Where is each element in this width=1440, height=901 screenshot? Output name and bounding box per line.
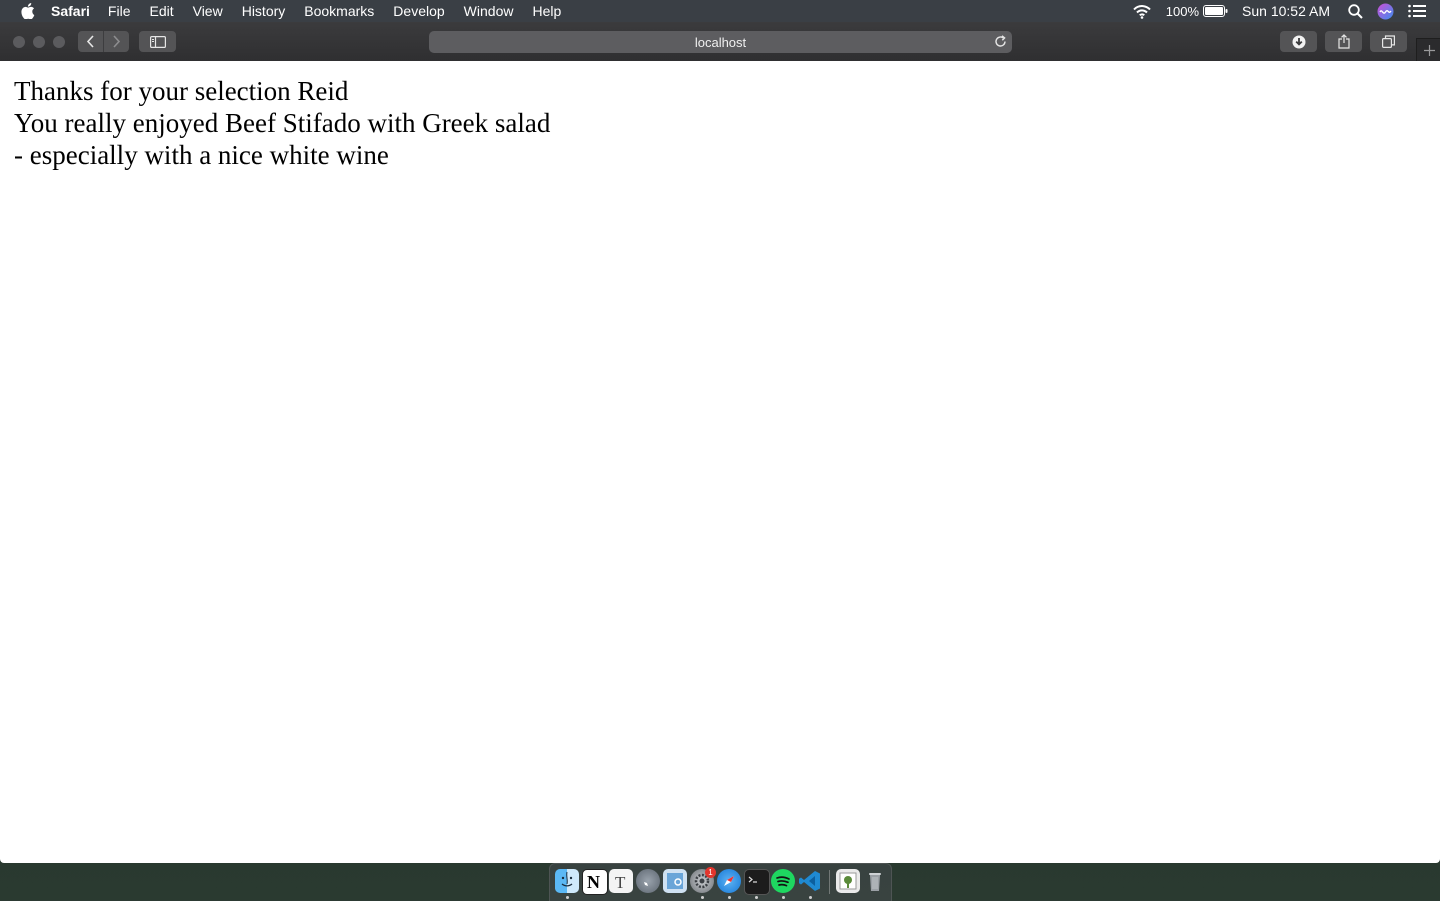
window-minimize-button[interactable] xyxy=(33,36,45,48)
enjoyed-message: You really enjoyed Beef Stifado with Gre… xyxy=(14,108,551,138)
svg-text:N: N xyxy=(587,872,600,892)
notification-center-icon[interactable] xyxy=(1408,4,1426,18)
dock: N T 1 xyxy=(549,863,892,901)
battery-percent: 100% xyxy=(1165,3,1200,19)
show-tabs-button[interactable] xyxy=(1370,31,1407,52)
thanks-message: Thanks for your selection Reid xyxy=(14,76,349,106)
menu-history[interactable]: History xyxy=(242,3,286,19)
battery-icon[interactable] xyxy=(1203,5,1228,17)
svg-text:T: T xyxy=(615,873,626,892)
system-preferences-running-indicator xyxy=(701,896,704,899)
reload-icon[interactable] xyxy=(994,35,1007,48)
finder-icon[interactable] xyxy=(555,869,579,893)
back-forward-group xyxy=(78,31,129,52)
plus-icon xyxy=(1423,45,1435,56)
web-page: Thanks for your selection Reid You reall… xyxy=(0,61,1440,863)
menu-help[interactable]: Help xyxy=(532,3,561,19)
trash-icon[interactable] xyxy=(863,869,887,893)
spotify-icon[interactable] xyxy=(771,869,795,893)
share-button[interactable] xyxy=(1325,31,1362,52)
finder-running-indicator xyxy=(566,896,569,899)
address-bar[interactable]: localhost xyxy=(429,31,1012,53)
launchpad-icon[interactable] xyxy=(636,869,660,893)
share-icon xyxy=(1337,34,1350,49)
menu-file[interactable]: File xyxy=(108,3,131,19)
wifi-icon[interactable] xyxy=(1132,4,1152,19)
menu-clock[interactable]: Sun 10:52 AM xyxy=(1242,3,1330,19)
new-tab-button[interactable] xyxy=(1416,38,1440,62)
download-icon xyxy=(1292,35,1305,48)
menu-bar: Safari File Edit View History Bookmarks … xyxy=(0,0,1440,22)
window-close-button[interactable] xyxy=(13,36,25,48)
safari-running-indicator xyxy=(728,896,731,899)
wine-message: - especially with a nice white wine xyxy=(14,140,389,170)
sidebar-toggle-button[interactable] xyxy=(139,31,176,52)
menu-bookmarks[interactable]: Bookmarks xyxy=(304,3,374,19)
sidebar-icon xyxy=(149,35,166,48)
vscode-icon[interactable] xyxy=(798,869,822,893)
notification-badge: 1 xyxy=(705,867,716,878)
menu-app-safari[interactable]: Safari xyxy=(51,3,90,19)
terminal-icon[interactable] xyxy=(744,869,770,895)
menu-edit[interactable]: Edit xyxy=(149,3,173,19)
safari-icon[interactable] xyxy=(717,869,741,893)
downloads-stack-icon[interactable] xyxy=(836,869,860,893)
back-button[interactable] xyxy=(78,31,103,52)
window-zoom-button[interactable] xyxy=(53,36,65,48)
address-text: localhost xyxy=(694,34,747,50)
downloads-button[interactable] xyxy=(1280,31,1317,52)
terminal-running-indicator xyxy=(755,896,758,899)
preview-icon[interactable] xyxy=(663,869,687,893)
notion-icon[interactable]: N xyxy=(582,869,608,895)
browser-toolbar: localhost xyxy=(0,22,1440,62)
siri-icon[interactable] xyxy=(1377,3,1394,20)
menu-develop[interactable]: Develop xyxy=(393,3,444,19)
tabs-overview-icon xyxy=(1382,35,1395,48)
menu-view[interactable]: View xyxy=(193,3,223,19)
dock-separator xyxy=(829,870,830,894)
vscode-running-indicator xyxy=(809,896,812,899)
typora-icon[interactable]: T xyxy=(609,869,633,893)
spotify-running-indicator xyxy=(782,896,785,899)
spotlight-search-icon[interactable] xyxy=(1348,3,1363,19)
forward-button[interactable] xyxy=(103,31,129,52)
apple-menu-icon[interactable] xyxy=(20,3,36,19)
menu-window[interactable]: Window xyxy=(464,3,514,19)
